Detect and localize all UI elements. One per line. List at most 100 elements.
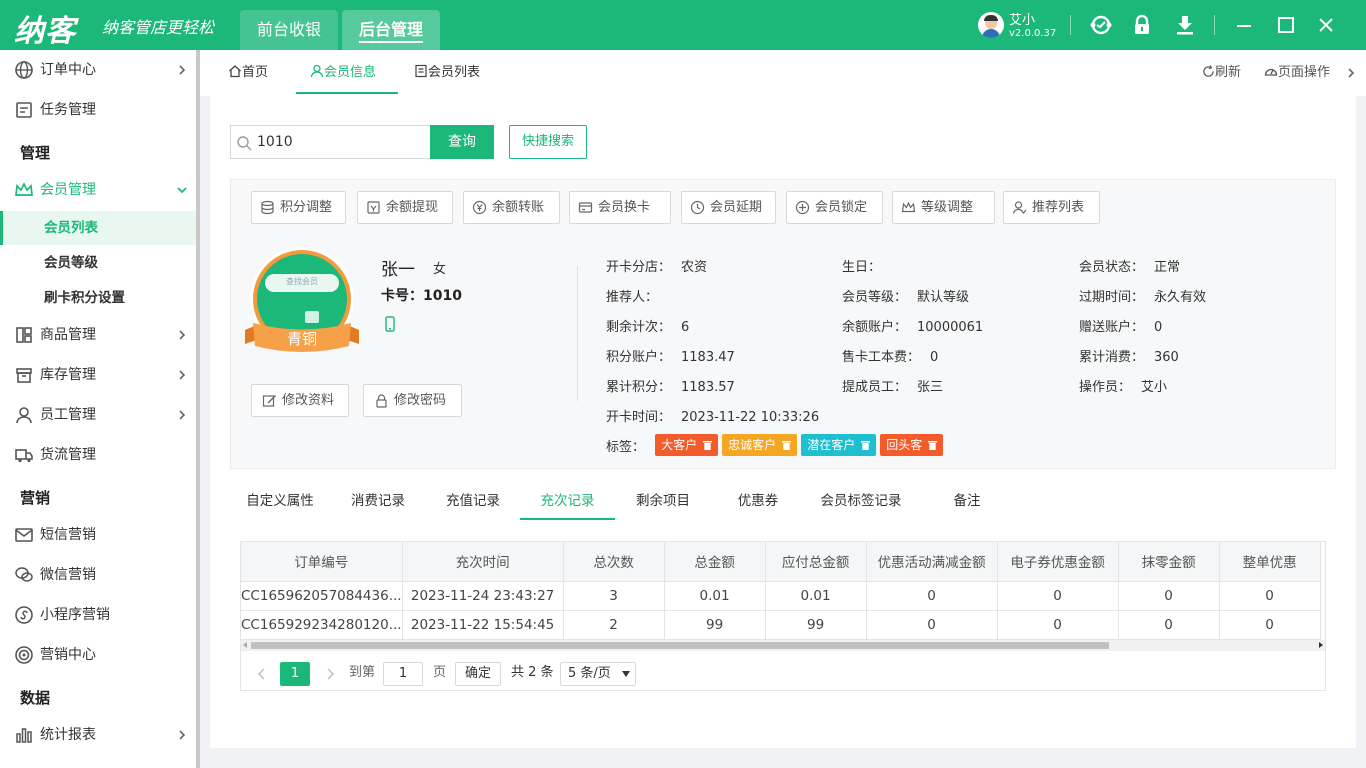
sidebar-item-stat-report[interactable]: 统计报表 xyxy=(0,715,196,755)
confirm-page-button[interactable]: 确定 xyxy=(455,662,501,686)
sidebar-item-order-center[interactable]: 订单中心 xyxy=(0,50,196,90)
level-adjust-button[interactable]: 等级调整 xyxy=(892,191,995,224)
member-card-no: 卡号：1010 xyxy=(381,288,462,304)
refresh-button[interactable]: 刷新 xyxy=(1202,50,1241,96)
table-cell: CC165929234280120... xyxy=(241,610,403,640)
maximize-icon[interactable] xyxy=(1274,13,1298,37)
field-expire: 过期时间： 永久有效 xyxy=(1079,290,1207,305)
table-hscrollbar[interactable] xyxy=(241,640,1325,651)
tab-remaining-items[interactable]: 剩余项目 xyxy=(623,482,703,520)
tab-coupons[interactable]: 优惠券 xyxy=(720,482,796,520)
yen-icon xyxy=(472,200,487,215)
phone-icon[interactable] xyxy=(384,316,396,332)
main-panel: 查询 快捷搜索 积分调整 余额提现 余额转账 会员换卡 会员延期 会员锁定 等级… xyxy=(210,96,1356,748)
refresh-icon xyxy=(1203,65,1214,77)
field-gift-account: 赠送账户： 0 xyxy=(1079,320,1163,335)
table-row[interactable]: CC165929234280120... 2023-11-22 15:54:45 2… xyxy=(241,610,1321,640)
field-commission-staff: 提成员工： 张三 xyxy=(842,380,944,395)
sidebar-item-stock-mgmt[interactable]: 库存管理 xyxy=(0,355,196,395)
search-input[interactable] xyxy=(257,132,427,152)
tab-tag-records[interactable]: 会员标签记录 xyxy=(806,482,916,520)
goto-page-input[interactable]: 1 xyxy=(383,662,423,686)
table-row[interactable]: CC165962057084436... 2023-11-24 23:43:27 3… xyxy=(241,581,1321,611)
sidebar-item-wechat-marketing[interactable]: 微信营销 xyxy=(0,555,196,595)
change-card-button[interactable]: 会员换卡 xyxy=(569,191,671,224)
referral-list-button[interactable]: 推荐列表 xyxy=(1003,191,1100,224)
tab-member-list[interactable]: 会员列表 xyxy=(414,50,480,94)
field-level: 会员等级： 默认等级 xyxy=(842,290,970,305)
member-tag[interactable]: 回头客 xyxy=(880,434,944,456)
column-header: 整单优惠 xyxy=(1219,542,1321,582)
task-icon xyxy=(16,102,32,118)
trash-icon[interactable] xyxy=(782,440,792,450)
page-ops-button[interactable]: 页面操作 xyxy=(1264,50,1330,96)
top-tab-backend[interactable]: 后台管理 xyxy=(342,10,440,50)
app-logo: 纳客 xyxy=(14,14,76,49)
table-cell: 3 xyxy=(563,581,665,611)
sidebar-group-manage: 管理 xyxy=(20,144,51,162)
trash-icon[interactable] xyxy=(861,440,871,450)
edit-password-button[interactable]: 修改密码 xyxy=(363,384,462,417)
tab-member-info[interactable]: 会员信息 xyxy=(296,50,398,94)
column-header: 应付总金额 xyxy=(765,542,867,582)
sidebar-item-marketing-center[interactable]: 营销中心 xyxy=(0,635,196,675)
crosshair-icon xyxy=(795,200,810,215)
member-tag[interactable]: 忠诚客户 xyxy=(722,434,798,456)
minimize-icon[interactable] xyxy=(1232,13,1256,37)
member-search[interactable] xyxy=(230,125,431,159)
sidebar-item-member-level[interactable]: 会员等级 xyxy=(0,246,196,280)
globe-icon xyxy=(15,61,33,79)
user-name[interactable]: 艾小 xyxy=(1009,9,1035,28)
close-icon[interactable] xyxy=(1314,13,1338,37)
tab-home[interactable]: 首页 xyxy=(228,50,268,94)
download-icon[interactable] xyxy=(1173,13,1197,37)
goods-icon xyxy=(16,327,32,343)
sidebar-item-goods-mgmt[interactable]: 商品管理 xyxy=(0,315,196,355)
user-avatar[interactable] xyxy=(978,12,1004,38)
support-icon[interactable] xyxy=(1089,13,1113,37)
extend-member-button[interactable]: 会员延期 xyxy=(681,191,776,224)
trash-icon[interactable] xyxy=(703,440,713,450)
next-page-icon[interactable] xyxy=(323,662,337,686)
top-tab-cashier[interactable]: 前台收银 xyxy=(240,10,338,50)
member-level-badge: 查找会员 青铜 xyxy=(245,244,359,362)
chevron-right-icon[interactable] xyxy=(1346,67,1356,79)
tab-custom-attrs[interactable]: 自定义属性 xyxy=(232,482,328,520)
column-header: 抹零金额 xyxy=(1118,542,1220,582)
sidebar-scrollbar[interactable] xyxy=(196,50,200,768)
sidebar-item-task-mgmt[interactable]: 任务管理 xyxy=(0,90,196,130)
quick-search-button[interactable]: 快捷搜索 xyxy=(509,125,587,159)
balance-withdraw-button[interactable]: 余额提现 xyxy=(357,191,453,224)
page-1-button[interactable]: 1 xyxy=(280,662,310,686)
page-size-select[interactable]: 5 条/页 xyxy=(560,662,636,686)
sidebar-item-member-list[interactable]: 会员列表 xyxy=(0,211,196,245)
member-tag[interactable]: 大客户 xyxy=(655,434,719,456)
scroll-thumb[interactable] xyxy=(251,642,1109,649)
tab-consume-records[interactable]: 消费记录 xyxy=(338,482,418,520)
sidebar-item-staff-mgmt[interactable]: 员工管理 xyxy=(0,395,196,435)
sidebar-item-logistics-mgmt[interactable]: 货流管理 xyxy=(0,435,196,475)
lock-member-button[interactable]: 会员锁定 xyxy=(786,191,883,224)
sidebar-item-sms-marketing[interactable]: 短信营销 xyxy=(0,515,196,555)
sidebar-item-miniapp-marketing[interactable]: 小程序营销 xyxy=(0,595,196,635)
tab-remarks[interactable]: 备注 xyxy=(942,482,992,520)
crown-icon xyxy=(901,201,916,213)
trash-icon[interactable] xyxy=(928,440,938,450)
points-adjust-button[interactable]: 积分调整 xyxy=(251,191,346,224)
member-tag[interactable]: 潜在客户 xyxy=(801,434,877,456)
lock-icon[interactable] xyxy=(1130,13,1154,37)
table-cell: 0 xyxy=(1219,610,1321,640)
tab-times-records[interactable]: 充次记录 xyxy=(520,482,615,520)
miniapp-icon xyxy=(15,606,33,624)
truck-icon xyxy=(15,449,33,463)
target-icon xyxy=(15,646,33,664)
edit-profile-button[interactable]: 修改资料 xyxy=(251,384,349,417)
prev-page-icon[interactable] xyxy=(255,662,269,686)
sidebar-item-card-points[interactable]: 刷卡积分设置 xyxy=(0,281,196,315)
table-cell: 0.01 xyxy=(765,581,867,611)
balance-transfer-button[interactable]: 余额转账 xyxy=(463,191,560,224)
column-header: 优惠活动满减金额 xyxy=(866,542,998,582)
sidebar-item-member-mgmt[interactable]: 会员管理 xyxy=(0,170,196,210)
tab-recharge-records[interactable]: 充值记录 xyxy=(433,482,513,520)
query-button[interactable]: 查询 xyxy=(430,125,494,159)
